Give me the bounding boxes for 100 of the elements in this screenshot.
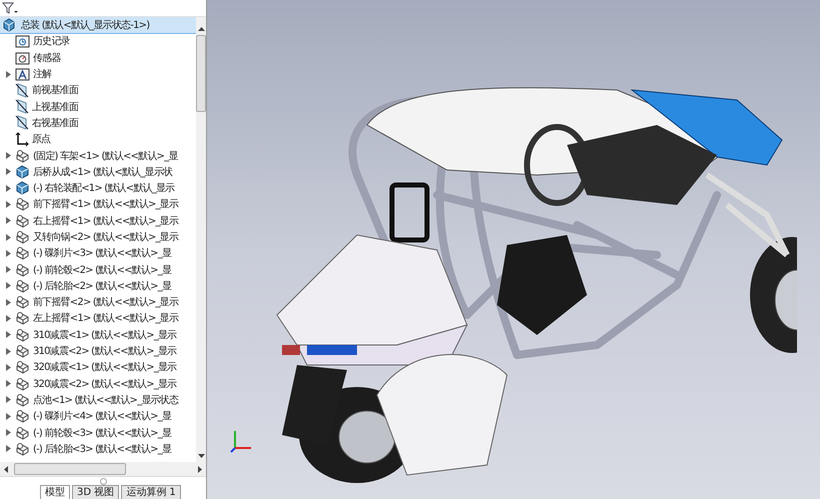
tab[interactable]: 运动算例 1 bbox=[121, 485, 181, 499]
origin-icon bbox=[15, 132, 29, 147]
tree-item[interactable]: (-) 碟刹片<4> (默认<<默认>_显 bbox=[0, 408, 196, 424]
part-icon bbox=[15, 311, 30, 326]
expand-arrow-icon[interactable] bbox=[6, 70, 10, 78]
expand-arrow-icon[interactable] bbox=[6, 184, 10, 192]
tree-item[interactable]: 后桥从成<1> (默认<默认_显示状 bbox=[0, 164, 196, 180]
expand-arrow-icon[interactable] bbox=[6, 200, 10, 208]
tree-item[interactable]: 310减震<1> (默认<<默认>_显示 bbox=[0, 326, 196, 343]
annotation-folder-icon bbox=[15, 67, 30, 82]
expand-arrow-icon[interactable] bbox=[6, 445, 10, 452]
tree-item[interactable]: (-) 后轮胎<3> (默认<<默认>_显 bbox=[0, 440, 196, 458]
tree-item-label: 右视基准面 bbox=[32, 116, 80, 130]
part-icon bbox=[15, 344, 30, 358]
filter-icon[interactable] bbox=[2, 2, 18, 14]
tree-item-label: 320减震<1> (默认<<默认>_显示 bbox=[33, 360, 178, 374]
expand-arrow-icon[interactable] bbox=[6, 168, 10, 176]
scrollbar-thumb[interactable] bbox=[14, 463, 126, 475]
tree-item[interactable]: 历史记录 bbox=[0, 33, 196, 50]
scroll-up-arrow-icon[interactable] bbox=[198, 27, 204, 31]
tree-item[interactable]: (-) 碟刹片<3> (默认<<默认>_显 bbox=[0, 245, 196, 262]
tree-item-label: 右上摇臂<1> (默认<<默认>_显示 bbox=[33, 214, 180, 228]
tree-item[interactable]: 310减震<2> (默认<<默认>_显示 bbox=[0, 342, 196, 360]
part-icon bbox=[15, 392, 30, 407]
expand-arrow-icon[interactable] bbox=[6, 412, 10, 420]
tree-item[interactable]: (-) 右轮装配<1> (默认<默认_显示 bbox=[0, 180, 196, 196]
expand-arrow-icon[interactable] bbox=[6, 314, 10, 322]
tree-item-label: (固定) 车架<1> (默认<<默认>_显 bbox=[33, 150, 179, 163]
tree-root-item[interactable]: 总装 (默认<默认_显示状态-1>) bbox=[0, 17, 196, 34]
tree-item[interactable]: 前视基准面 bbox=[0, 82, 196, 98]
tree-item-label: 注解 bbox=[33, 68, 53, 82]
assembly-icon bbox=[2, 18, 16, 32]
part-icon bbox=[15, 148, 30, 163]
tree-item-label: 又转向锅<2> (默认<<默认>_显示 bbox=[33, 231, 180, 244]
tree-item[interactable]: 原点 bbox=[0, 131, 196, 148]
tree-item-label: 前下摇臂<2> (默认<<默认>_显示 bbox=[33, 296, 180, 310]
vertical-scrollbar[interactable] bbox=[196, 17, 206, 462]
scroll-left-arrow-icon[interactable] bbox=[4, 466, 8, 472]
expand-arrow-icon[interactable] bbox=[6, 380, 10, 388]
tree-item[interactable]: (-) 后轮胎<2> (默认<<默认>_显 bbox=[0, 278, 196, 294]
part-icon bbox=[15, 328, 30, 342]
horizontal-scrollbar[interactable] bbox=[0, 462, 206, 476]
tree-item-label: 前视基准面 bbox=[32, 84, 80, 98]
tab[interactable]: 模型 bbox=[40, 485, 70, 499]
plane-icon bbox=[15, 82, 29, 98]
tree-item-label: 历史记录 bbox=[33, 34, 71, 48]
tree-item[interactable]: 右上摇臂<1> (默认<<默认>_显示 bbox=[0, 212, 196, 229]
tree-item-label: 传感器 bbox=[33, 52, 62, 65]
expand-arrow-icon[interactable] bbox=[6, 152, 10, 160]
tree-item-label: 前下摇臂<1> (默认<<默认>_显示 bbox=[33, 198, 180, 212]
expand-arrow-icon[interactable] bbox=[6, 234, 10, 240]
part-icon bbox=[15, 246, 30, 260]
tree-item[interactable]: 上视基准面 bbox=[0, 98, 196, 115]
expand-arrow-icon[interactable] bbox=[6, 250, 10, 257]
expand-arrow-icon[interactable] bbox=[6, 282, 10, 290]
tree-item[interactable]: 前下摇臂<2> (默认<<默认>_显示 bbox=[0, 294, 196, 310]
tree-item-label: (-) 前轮毂<2> (默认<<默认>_显 bbox=[33, 264, 172, 277]
tree-item-label: 左上摇臂<1> (默认<<默认>_显示 bbox=[33, 312, 180, 326]
tree-item[interactable]: 注解 bbox=[0, 66, 196, 82]
part-icon bbox=[15, 376, 30, 391]
subassembly-icon bbox=[15, 181, 30, 196]
expand-arrow-icon[interactable] bbox=[6, 266, 10, 274]
part-icon bbox=[15, 214, 30, 228]
tree-item[interactable]: (固定) 车架<1> (默认<<默认>_显 bbox=[0, 147, 196, 164]
tree-item[interactable]: (-) 前轮毂<3> (默认<<默认>_显 bbox=[0, 424, 196, 441]
tree-item[interactable]: 右视基准面 bbox=[0, 114, 196, 132]
expand-arrow-icon[interactable] bbox=[6, 348, 10, 355]
tree-item[interactable]: 左上摇臂<1> (默认<<默认>_显示 bbox=[0, 310, 196, 327]
tree-item-label: 后桥从成<1> (默认<默认_显示状 bbox=[33, 166, 174, 179]
tree-item[interactable]: 又转向锅<2> (默认<<默认>_显示 bbox=[0, 228, 196, 246]
tree-item-label: 点池<1> (默认<<默认>_显示状态 bbox=[33, 394, 180, 407]
tree-item[interactable]: 320减震<2> (默认<<默认>_显示 bbox=[0, 376, 196, 392]
tab[interactable]: 3D 视图 bbox=[72, 485, 120, 499]
tree-item-label: (-) 碟刹片<3> (默认<<默认>_显 bbox=[33, 246, 172, 260]
subassembly-icon bbox=[15, 164, 30, 179]
plane-icon bbox=[15, 115, 29, 130]
expand-arrow-icon[interactable] bbox=[6, 217, 10, 224]
plane-icon bbox=[15, 99, 29, 114]
tree-item-label: (-) 后轮胎<3> (默认<<默认>_显 bbox=[33, 442, 172, 456]
expand-arrow-icon[interactable] bbox=[6, 364, 10, 371]
scrollbar-thumb[interactable] bbox=[196, 35, 206, 112]
tree-item-label: 320减震<2> (默认<<默认>_显示 bbox=[33, 378, 178, 391]
scroll-down-arrow-icon[interactable] bbox=[198, 454, 204, 458]
part-icon bbox=[15, 442, 30, 456]
expand-arrow-icon[interactable] bbox=[6, 331, 10, 338]
tree-item[interactable]: (-) 前轮毂<2> (默认<<默认>_显 bbox=[0, 261, 196, 278]
tree-item[interactable]: 点池<1> (默认<<默认>_显示状态 bbox=[0, 392, 196, 408]
tree-item[interactable]: 前下摇臂<1> (默认<<默认>_显示 bbox=[0, 196, 196, 213]
tree-item[interactable]: 传感器 bbox=[0, 50, 196, 66]
sensor-folder-icon bbox=[15, 50, 30, 65]
part-icon bbox=[15, 197, 30, 212]
part-icon bbox=[15, 409, 30, 424]
tree-item-label: (-) 碟刹片<4> (默认<<默认>_显 bbox=[33, 410, 172, 424]
expand-arrow-icon[interactable] bbox=[6, 429, 10, 436]
tree-item-label: 原点 bbox=[32, 132, 52, 146]
scroll-right-arrow-icon[interactable] bbox=[198, 466, 202, 472]
part-icon bbox=[15, 360, 30, 374]
tree-item[interactable]: 320减震<1> (默认<<默认>_显示 bbox=[0, 359, 196, 376]
expand-arrow-icon[interactable] bbox=[6, 298, 10, 306]
expand-arrow-icon[interactable] bbox=[6, 396, 10, 404]
